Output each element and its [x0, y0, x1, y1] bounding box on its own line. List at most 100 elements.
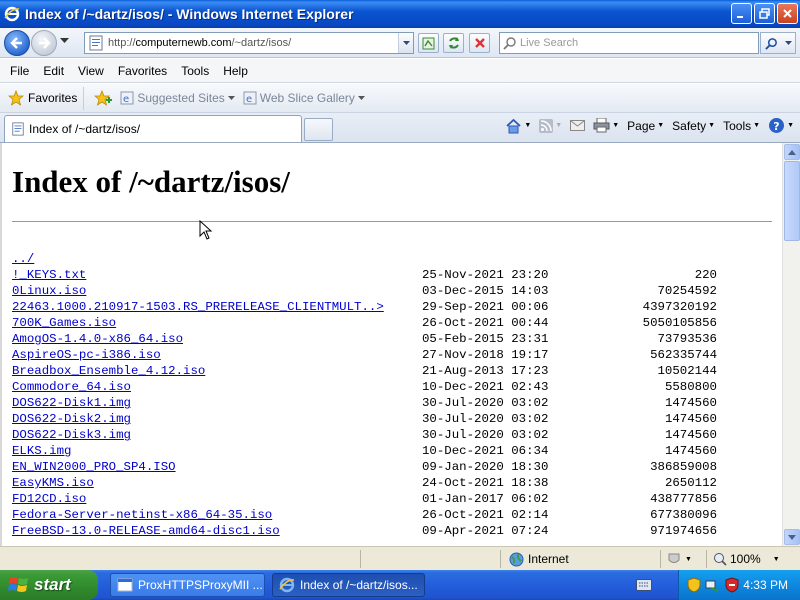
zoom-level: 100%: [730, 552, 761, 566]
globe-icon: [509, 552, 524, 566]
refresh-button[interactable]: [443, 33, 464, 53]
protected-mode-button[interactable]: ▼: [660, 550, 705, 568]
compatibility-view-button[interactable]: [418, 33, 439, 53]
list-item: Commodore_64.iso 10-Dec-2021 02:43 5580800: [12, 379, 772, 395]
home-button[interactable]: ▼: [505, 118, 531, 134]
menu-tools[interactable]: Tools: [177, 64, 215, 78]
file-size: 971974656: [650, 524, 717, 538]
chevron-down-icon: [227, 95, 235, 100]
search-input[interactable]: Live Search: [499, 32, 759, 54]
windows-logo-icon: [8, 577, 28, 592]
search-go-button[interactable]: [760, 32, 796, 54]
list-item: ../: [12, 251, 772, 267]
list-item: DOS622-Disk3.img 30-Jul-2020 03:02 1474560: [12, 427, 772, 443]
close-button[interactable]: [777, 3, 798, 24]
taskbar-button-proxy[interactable]: ProxHTTPSProxyMII ...: [110, 573, 265, 597]
file-date: 30-Jul-2020 03:02: [422, 428, 549, 442]
print-button[interactable]: ▼: [593, 118, 619, 133]
address-url[interactable]: http://computernewb.com/~dartz/isos/: [108, 37, 398, 49]
tab-current-page[interactable]: Index of /~dartz/isos/: [4, 115, 302, 142]
file-link[interactable]: EN_WIN2000_PRO_SP4.ISO: [12, 459, 176, 475]
recent-pages-dropdown-icon[interactable]: [60, 38, 69, 44]
suggested-sites-link[interactable]: e Suggested Sites: [120, 91, 235, 105]
file-size: 1474560: [664, 444, 717, 458]
page-menu-button[interactable]: Page ▼: [627, 119, 664, 133]
add-to-favorites-icon[interactable]: [94, 90, 113, 106]
scroll-thumb[interactable]: [784, 161, 800, 241]
menu-help[interactable]: Help: [219, 64, 254, 78]
security-zone-label: Internet: [528, 552, 569, 566]
ie-logo-icon: [279, 577, 295, 593]
title-bar: Index of /~dartz/isos/ - Windows Interne…: [0, 0, 800, 28]
stop-icon: [474, 38, 485, 48]
start-button[interactable]: start: [0, 570, 98, 600]
file-link[interactable]: DOS622-Disk3.img: [12, 427, 131, 443]
menu-favorites[interactable]: Favorites: [114, 64, 173, 78]
list-item: DOS622-Disk2.img 30-Jul-2020 03:02 1474560: [12, 411, 772, 427]
address-bar[interactable]: http://computernewb.com/~dartz/isos/: [84, 32, 414, 54]
list-item: EN_WIN2000_PRO_SP4.ISO 09-Jan-2020 18:30 3…: [12, 459, 772, 475]
network-icon[interactable]: [705, 577, 721, 593]
taskbar-button-ie[interactable]: Index of /~dartz/isos...: [272, 573, 425, 597]
feeds-button[interactable]: ▼: [539, 118, 562, 133]
file-link[interactable]: AspireOS-pc-i386.iso: [12, 347, 161, 363]
file-link[interactable]: FreeBSD-13.0-RELEASE-amd64-disc1.iso: [12, 523, 280, 539]
url-scheme: http://: [108, 37, 136, 49]
chevron-down-icon: ▼: [753, 122, 761, 129]
forward-button[interactable]: [31, 30, 57, 56]
menu-edit[interactable]: Edit: [39, 64, 70, 78]
file-size: 386859008: [650, 460, 717, 474]
address-dropdown-button[interactable]: [398, 33, 413, 53]
tools-menu-button[interactable]: Tools ▼: [723, 119, 760, 133]
file-link[interactable]: EasyKMS.iso: [12, 475, 94, 491]
file-link[interactable]: ELKS.img: [12, 443, 72, 459]
file-link[interactable]: Breadbox_Ensemble_4.12.iso: [12, 363, 205, 379]
read-mail-button[interactable]: [570, 120, 586, 131]
chevron-down-icon: ▼: [657, 122, 665, 129]
file-link[interactable]: 0Linux.iso: [12, 283, 86, 299]
help-button[interactable]: ? ▼: [768, 117, 794, 134]
file-date: 25-Nov-2021 23:20: [422, 268, 549, 282]
file-link[interactable]: 700K_Games.iso: [12, 315, 116, 331]
chevron-down-icon: ▼: [612, 122, 620, 129]
file-link[interactable]: Commodore_64.iso: [12, 379, 131, 395]
mouse-cursor-icon: [199, 220, 213, 240]
file-link[interactable]: FD12CD.iso: [12, 491, 86, 507]
security-shield-icon[interactable]: [687, 577, 701, 593]
stop-button[interactable]: [469, 33, 490, 53]
file-link[interactable]: DOS622-Disk1.img: [12, 395, 131, 411]
restore-button[interactable]: [754, 3, 775, 24]
zoom-button[interactable]: 100% ▼: [706, 550, 796, 568]
list-item: 700K_Games.iso 26-Oct-2021 00:44 505010585…: [12, 315, 772, 331]
file-link[interactable]: !_KEYS.txt: [12, 267, 86, 283]
new-tab-button[interactable]: [304, 118, 333, 141]
safety-menu-button[interactable]: Safety ▼: [672, 119, 715, 133]
taskbar: start ProxHTTPSProxyMII ... Index of /~d…: [0, 570, 800, 600]
chevron-down-icon: ▼: [787, 122, 794, 129]
chevron-down-icon: [788, 534, 796, 540]
vertical-scrollbar[interactable]: [782, 143, 800, 546]
file-link[interactable]: Fedora-Server-netinst-x86_64-35.iso: [12, 507, 272, 523]
file-date: 01-Jan-2017 06:02: [422, 492, 549, 506]
menu-file[interactable]: File: [6, 64, 35, 78]
security-zone[interactable]: Internet: [500, 550, 650, 568]
keyboard-icon[interactable]: [636, 579, 652, 591]
file-link[interactable]: DOS622-Disk2.img: [12, 411, 131, 427]
scroll-down-button[interactable]: [784, 529, 800, 545]
file-size: 1474560: [664, 396, 717, 410]
web-slice-gallery-link[interactable]: e Web Slice Gallery: [243, 91, 365, 105]
window-app-icon: [117, 578, 133, 592]
minimize-button[interactable]: [731, 3, 752, 24]
favorites-button[interactable]: Favorites: [6, 86, 85, 110]
back-button[interactable]: [4, 30, 30, 56]
file-link[interactable]: AmogOS-1.4.0-x86_64.iso: [12, 331, 183, 347]
menu-view[interactable]: View: [74, 64, 110, 78]
chevron-down-icon: ▼: [772, 555, 780, 563]
chevron-down-icon: ▼: [524, 122, 532, 129]
file-link[interactable]: 22463.1000.210917-1503.RS_PRERELEASE_CLI…: [12, 299, 384, 315]
antivirus-icon[interactable]: [725, 577, 739, 593]
parent-directory-link[interactable]: ../: [12, 251, 34, 267]
file-date: 10-Dec-2021 02:43: [422, 380, 549, 394]
scroll-up-button[interactable]: [784, 144, 800, 160]
file-date: 27-Nov-2018 19:17: [422, 348, 549, 362]
